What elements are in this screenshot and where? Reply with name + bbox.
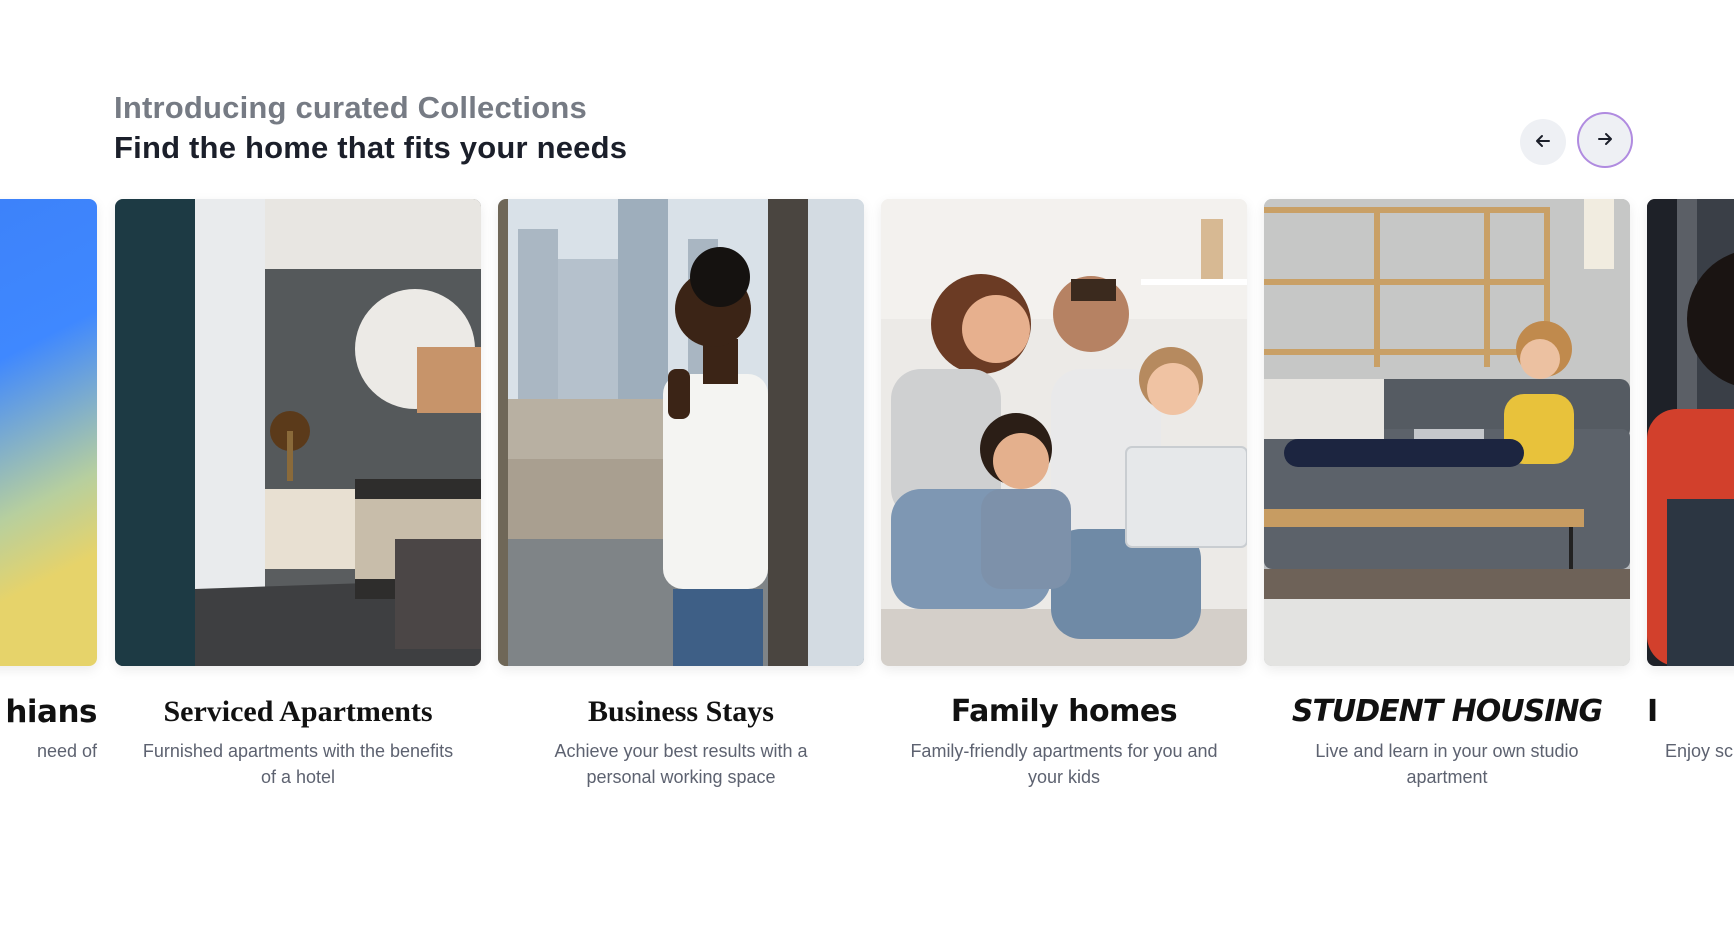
collection-card-image bbox=[1264, 199, 1630, 666]
collection-card-image bbox=[881, 199, 1247, 666]
collection-card-title: Serviced Apartments bbox=[163, 695, 433, 728]
collection-card-description: Achieve your best results with a persona… bbox=[554, 741, 808, 787]
collection-card-serviced-apartments[interactable]: Serviced Apartments Furnished apartments… bbox=[115, 199, 481, 790]
collection-card-description: Live and learn in your own studio apartm… bbox=[1315, 741, 1579, 787]
collection-card-description: Family-friendly apartments for you and y… bbox=[910, 741, 1218, 787]
collection-card-description: Enjoy sc bbox=[1665, 741, 1734, 761]
collections-carousel: hians need of Serviced Apartments Furnis… bbox=[0, 0, 1734, 926]
collection-card-title: Business Stays bbox=[588, 695, 774, 728]
collection-card-title: I bbox=[1647, 694, 1658, 729]
collections-section: Introducing curated Collections Find the… bbox=[0, 0, 1734, 926]
collection-card-image bbox=[115, 199, 481, 666]
collection-card-partial-left[interactable]: hians need of bbox=[0, 199, 98, 764]
collection-card-title: hians bbox=[5, 694, 97, 730]
collection-card-title: Family homes bbox=[950, 694, 1178, 729]
collection-card-student-housing[interactable]: STUDENT HOUSING Live and learn in your o… bbox=[1264, 199, 1630, 790]
collection-card-image bbox=[1647, 199, 1734, 666]
collection-card-image bbox=[0, 199, 97, 666]
collection-card-title: STUDENT HOUSING bbox=[1291, 694, 1603, 729]
collection-card-partial-right[interactable]: I Enjoy sc bbox=[1647, 199, 1734, 764]
collection-card-description: need of bbox=[36, 741, 97, 761]
collection-card-image bbox=[498, 199, 864, 666]
collection-card-family-homes[interactable]: Family homes Family-friendly apartments … bbox=[881, 199, 1247, 790]
collection-card-description: Furnished apartments with the benefits o… bbox=[142, 741, 454, 787]
collection-card-business-stays[interactable]: Business Stays Achieve your best results… bbox=[498, 199, 864, 790]
